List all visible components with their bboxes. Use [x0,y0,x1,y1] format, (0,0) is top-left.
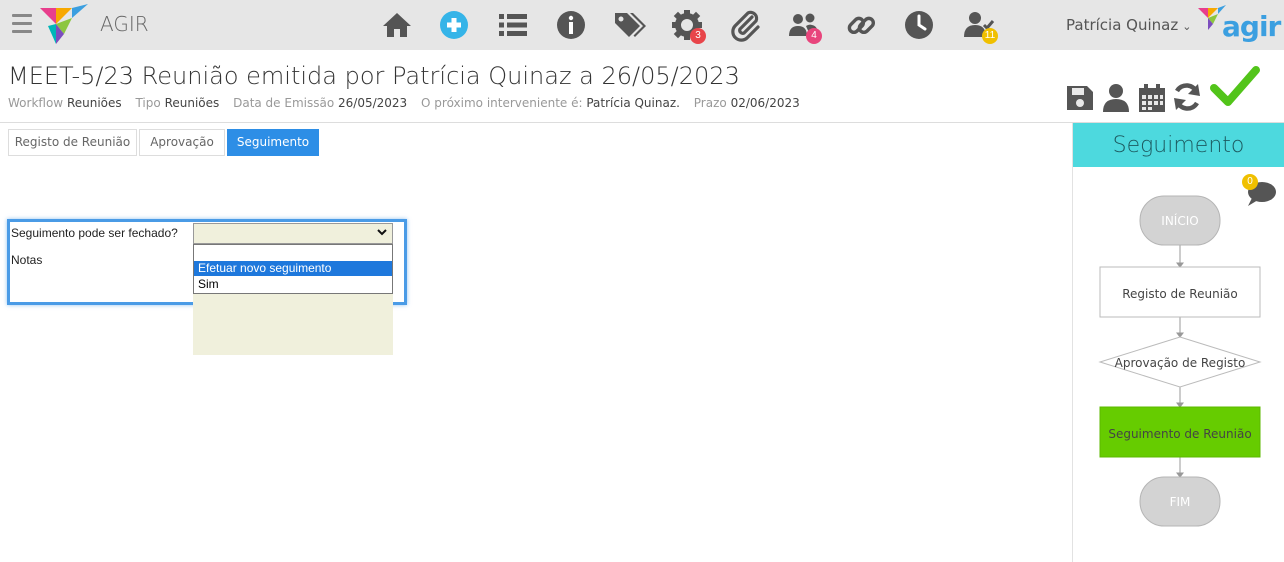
gear-icon[interactable]: 3 [670,8,706,44]
users-icon[interactable]: 4 [786,8,822,44]
option-efetuar-novo-seguimento[interactable]: Efetuar novo seguimento [194,261,392,276]
tipo-label: Tipo [135,96,161,110]
checkmark-icon[interactable] [1210,64,1260,108]
workflow-label: Workflow [8,96,64,110]
flow-step-seguimento: Seguimento de Reunião [1099,406,1261,458]
seguimento-select[interactable] [193,223,393,244]
top-bar: AGIR 3 4 11 Patrícia Quinaz ⌄ agir [0,0,1284,50]
agir-bird-logo [40,4,88,44]
right-panel-title: Seguimento [1112,133,1245,158]
link-icon[interactable] [844,8,878,42]
agir-logo-text: agir [1222,10,1281,43]
workflow-value: Reuniões [66,96,122,110]
option-empty[interactable] [194,245,392,260]
tab-seguimento[interactable]: Seguimento [227,129,319,156]
user-name: Patrícia Quinaz [1066,16,1179,34]
agir-logo: agir [1196,2,1281,46]
hamburger-menu-icon[interactable] [12,14,32,34]
meta-line: Workflow Reuniões Tipo Reuniões Data de … [8,96,810,110]
flow-end-node: FIM [1139,476,1221,527]
list-icon[interactable] [496,8,530,42]
chevron-down-icon: ⌄ [1182,20,1192,33]
tab-aprovacao[interactable]: Aprovação [139,129,225,156]
flow-step-aprovacao: Aprovação de Registo [1098,336,1262,388]
flow-step-registo: Registo de Reunião [1099,266,1261,318]
data-emissao-value: 26/05/2023 [338,96,408,110]
prazo-value: 02/06/2023 [730,96,800,110]
question-label: Seguimento pode ser fechado? [11,226,178,240]
user-menu[interactable]: Patrícia Quinaz ⌄ [1066,16,1191,34]
tags-icon[interactable] [612,8,646,42]
page-title: MEET-5/23 Reunião emitida por Patrícia Q… [8,62,740,90]
app-name: AGIR [100,12,149,36]
save-icon[interactable] [1064,82,1096,114]
home-icon[interactable] [380,8,414,42]
next-intervenient-value: Patrícia Quinaz. [586,96,680,110]
user-check-icon[interactable]: 11 [962,8,998,44]
right-panel-header: Seguimento [1073,123,1284,167]
prazo-label: Prazo [693,96,727,110]
flow-step-aprovacao-label: Aprovação de Registo [1115,356,1246,370]
flow-start-node: INÍCIO [1139,195,1221,246]
tipo-value: Reuniões [164,96,220,110]
clock-icon[interactable] [902,8,936,42]
calendar-icon[interactable] [1136,82,1168,114]
flow-step-seguimento-label: Seguimento de Reunião [1108,427,1251,441]
paperclip-icon[interactable] [728,8,762,42]
user-icon[interactable] [1100,82,1132,114]
option-sim[interactable]: Sim [194,277,392,292]
user-check-badge: 11 [982,28,998,44]
notes-label: Notas [11,253,43,267]
tab-registo-de-reuniao[interactable]: Registo de Reunião [8,129,137,156]
flow-step-registo-label: Registo de Reunião [1122,287,1237,301]
users-badge: 4 [806,28,822,44]
data-emissao-label: Data de Emissão [233,96,335,110]
flow-start-label: INÍCIO [1161,213,1198,228]
flow-end-label: FIM [1170,495,1191,509]
gear-badge: 3 [690,28,706,44]
next-intervenient-label: O próximo interveniente é: [421,96,583,110]
comments-badge: 0 [1242,174,1258,190]
info-icon[interactable] [554,8,588,42]
refresh-icon[interactable] [1170,80,1204,114]
plus-circle-icon[interactable] [437,8,471,42]
workflow-diagram: INÍCIO Registo de Reunião Aprovação de R… [1073,190,1284,530]
chevron-down-icon [377,229,387,236]
select-dropdown: Efetuar novo seguimento Sim [193,244,393,294]
